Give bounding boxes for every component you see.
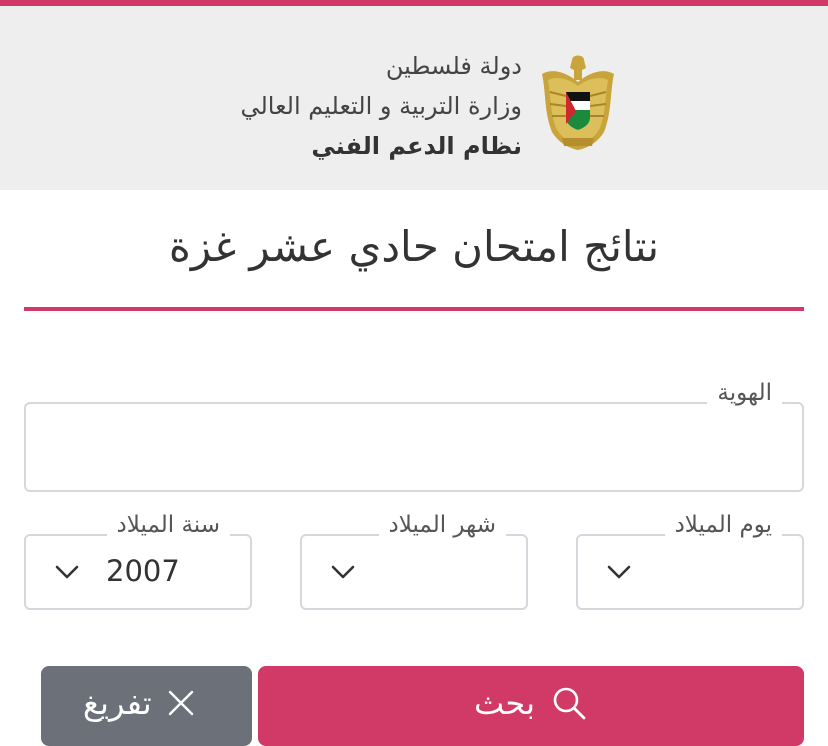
search-button-label: بحث <box>474 684 535 722</box>
header-system-name: نظام الدعم الفني <box>311 132 522 160</box>
close-icon <box>168 690 193 716</box>
header-country: دولة فلسطين <box>385 52 522 80</box>
clear-button-label: تفريغ <box>83 684 152 722</box>
search-button[interactable]: بحث <box>258 666 804 746</box>
birth-month-select[interactable]: شهر الميلاد <box>300 512 528 610</box>
header-ministry: وزارة التربية و التعليم العالي <box>240 92 522 120</box>
birth-year-label: سنة الميلاد <box>106 512 230 538</box>
clear-button[interactable]: تفريغ <box>41 666 252 746</box>
page-title: نتائج امتحان حادي عشر غزة <box>168 222 660 271</box>
birth-month-label: شهر الميلاد <box>378 512 506 538</box>
birth-day-label: يوم الميلاد <box>664 512 782 538</box>
chevron-down-icon <box>331 565 355 579</box>
birth-year-select[interactable]: سنة الميلاد 2007 <box>24 512 252 610</box>
site-header: دولة فلسطين وزارة التربية و التعليم العا… <box>0 6 828 190</box>
id-input[interactable] <box>36 422 792 474</box>
palestine-emblem-icon <box>542 55 614 150</box>
search-icon <box>553 687 586 720</box>
birth-year-value: 2007 <box>106 554 180 588</box>
birth-day-select[interactable]: يوم الميلاد <box>576 512 804 610</box>
id-field: الهوية <box>24 380 804 492</box>
id-field-label: الهوية <box>707 380 782 406</box>
title-divider <box>24 307 804 311</box>
chevron-down-icon <box>55 565 79 579</box>
chevron-down-icon <box>607 565 631 579</box>
